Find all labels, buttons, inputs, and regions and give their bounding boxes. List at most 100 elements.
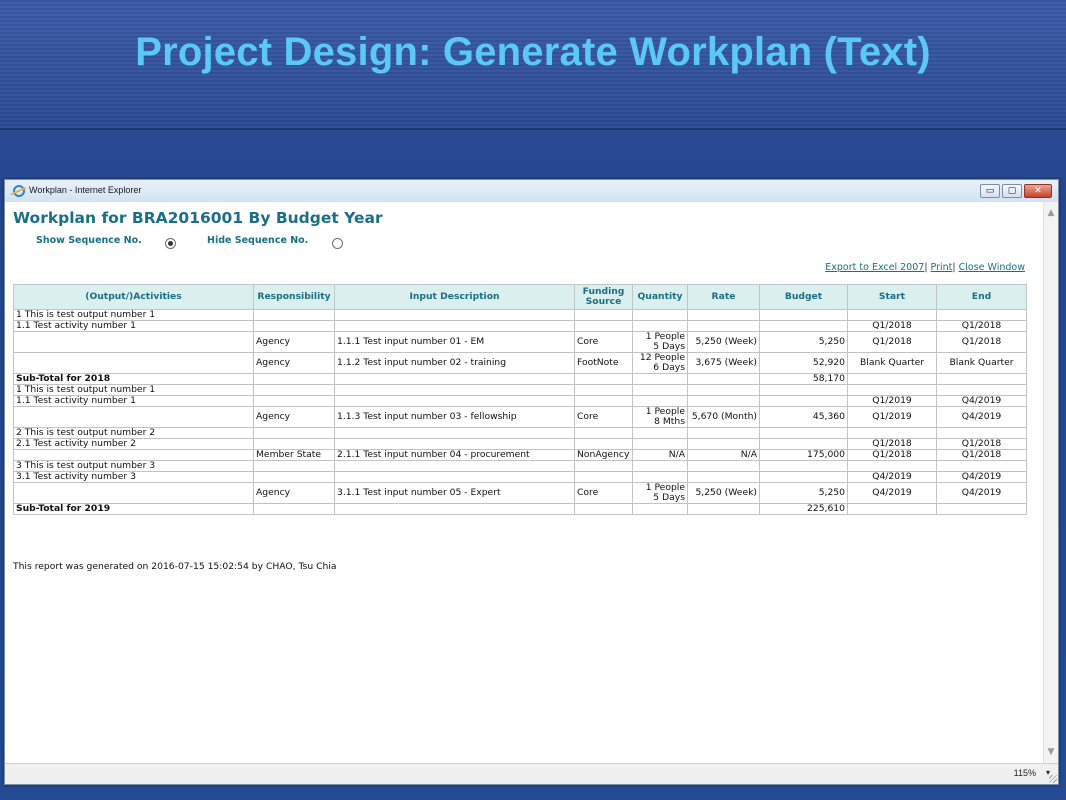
table-row: 3 This is test output number 3 — [13, 460, 1027, 472]
rate-cell — [687, 384, 760, 396]
budget-cell — [759, 471, 848, 483]
rate-cell — [687, 460, 760, 472]
responsibility-cell — [253, 471, 335, 483]
zoom-level[interactable]: 115% — [1014, 768, 1036, 778]
start-cell — [847, 503, 937, 515]
rate-cell: 5,250 (Week) — [687, 331, 760, 353]
input-description-cell — [334, 503, 575, 515]
funding-source-cell — [574, 503, 633, 515]
quantity-cell: 1 People 5 Days — [632, 482, 688, 504]
budget-cell: 175,000 — [759, 449, 848, 461]
input-description-cell — [334, 395, 575, 407]
column-header: Responsibility — [253, 284, 335, 310]
window-titlebar[interactable]: Workplan - Internet Explorer ▭ ▢ ✕ — [5, 180, 1058, 203]
print-link[interactable]: Print — [931, 262, 953, 273]
column-header: End — [936, 284, 1027, 310]
budget-cell — [759, 320, 848, 332]
vertical-scrollbar[interactable]: ▲ ▼ — [1043, 202, 1058, 763]
rate-cell — [687, 373, 760, 385]
funding-source-cell: FootNote — [574, 352, 633, 374]
table-row: 2 This is test output number 2 — [13, 427, 1027, 439]
funding-source-cell — [574, 460, 633, 472]
budget-cell: 45,360 — [759, 406, 848, 428]
quantity-cell — [632, 309, 688, 321]
column-header: Budget — [759, 284, 848, 310]
budget-cell — [759, 427, 848, 439]
start-cell — [847, 373, 937, 385]
start-cell: Q4/2019 — [847, 482, 937, 504]
table-row: 1 This is test output number 1 — [13, 309, 1027, 321]
funding-source-cell — [574, 373, 633, 385]
end-cell — [936, 309, 1027, 321]
quantity-line: N/A — [668, 449, 685, 460]
table-row: 1 This is test output number 1 — [13, 384, 1027, 396]
end-cell: Q4/2019 — [936, 482, 1027, 504]
start-cell — [847, 460, 937, 472]
end-cell — [936, 427, 1027, 439]
end-cell: Q1/2018 — [936, 438, 1027, 450]
hide-sequence-radio[interactable] — [332, 238, 343, 249]
show-sequence-label: Show Sequence No. — [36, 235, 142, 246]
budget-cell — [759, 395, 848, 407]
budget-cell: 5,250 — [759, 482, 848, 504]
activity-cell: Sub-Total for 2019 — [13, 503, 254, 515]
start-cell: Q1/2019 — [847, 395, 937, 407]
responsibility-cell — [253, 438, 335, 450]
rate-cell: N/A — [687, 449, 760, 461]
export-excel-link[interactable]: Export to Excel 2007 — [825, 262, 924, 273]
activity-cell — [13, 331, 254, 353]
scroll-up-icon[interactable]: ▲ — [1044, 206, 1058, 220]
quantity-cell — [632, 460, 688, 472]
input-description-cell: 3.1.1 Test input number 05 - Expert — [334, 482, 575, 504]
close-window-link[interactable]: Close Window — [959, 262, 1025, 273]
quantity-cell — [632, 395, 688, 407]
responsibility-cell: Agency — [253, 482, 335, 504]
responsibility-cell: Member State — [253, 449, 335, 461]
input-description-cell: 1.1.2 Test input number 02 - training — [334, 352, 575, 374]
quantity-cell — [632, 373, 688, 385]
close-button[interactable]: ✕ — [1024, 184, 1052, 198]
scroll-down-icon[interactable]: ▼ — [1044, 745, 1058, 759]
table-row: 1.1 Test activity number 1 Q1/2019 Q4/2019 — [13, 395, 1027, 407]
start-cell — [847, 309, 937, 321]
maximize-button[interactable]: ▢ — [1002, 184, 1022, 198]
responsibility-cell — [253, 373, 335, 385]
show-sequence-radio[interactable] — [165, 238, 176, 249]
start-cell: Blank Quarter — [847, 352, 937, 374]
quantity-line: 6 Days — [653, 362, 685, 373]
activity-cell: 1.1 Test activity number 1 — [13, 395, 254, 407]
minimize-icon: ▭ — [985, 186, 995, 196]
start-cell: Q1/2018 — [847, 320, 937, 332]
input-description-cell — [334, 384, 575, 396]
funding-source-cell — [574, 395, 633, 407]
start-cell — [847, 427, 937, 439]
responsibility-cell — [253, 384, 335, 396]
table-row: Agency 3.1.1 Test input number 05 - Exper… — [13, 482, 1027, 504]
end-cell — [936, 503, 1027, 515]
quantity-cell — [632, 384, 688, 396]
activity-cell — [13, 406, 254, 428]
budget-cell — [759, 309, 848, 321]
table-row: Member State 2.1.1 Test input number 04 -… — [13, 449, 1027, 461]
activity-cell: 1.1 Test activity number 1 — [13, 320, 254, 332]
start-cell: Q1/2018 — [847, 438, 937, 450]
end-cell — [936, 384, 1027, 396]
quantity-line: 5 Days — [653, 341, 685, 352]
minimize-button[interactable]: ▭ — [980, 184, 1000, 198]
responsibility-cell — [253, 320, 335, 332]
table-row: Agency 1.1.3 Test input number 03 - fello… — [13, 406, 1027, 428]
hide-sequence-label: Hide Sequence No. — [207, 235, 309, 246]
funding-source-cell: Core — [574, 406, 633, 428]
funding-source-cell — [574, 309, 633, 321]
input-description-cell: 2.1.1 Test input number 04 - procurement — [334, 449, 575, 461]
end-cell: Q4/2019 — [936, 406, 1027, 428]
start-cell: Q1/2018 — [847, 449, 937, 461]
responsibility-cell — [253, 427, 335, 439]
input-description-cell: 1.1.3 Test input number 03 - fellowship — [334, 406, 575, 428]
activity-cell: 2 This is test output number 2 — [13, 427, 254, 439]
responsibility-cell — [253, 503, 335, 515]
rate-cell — [687, 309, 760, 321]
resize-grip[interactable] — [1049, 775, 1057, 783]
workplan-table: (Output/)Activities Responsibility Input… — [13, 284, 1027, 515]
end-cell: Blank Quarter — [936, 352, 1027, 374]
